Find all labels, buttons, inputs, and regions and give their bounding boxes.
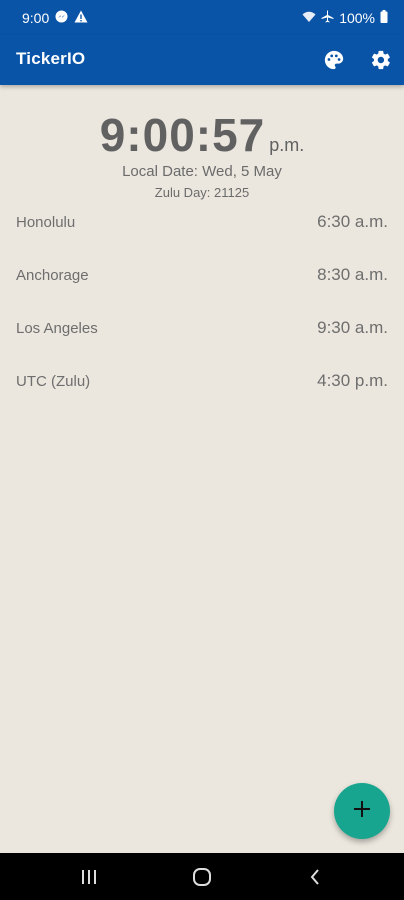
battery-percent: 100% <box>339 10 375 26</box>
main-clock: 9:00:57 p.m. <box>0 108 404 162</box>
zulu-day: Zulu Day: 21125 <box>154 185 250 200</box>
list-item[interactable]: Los Angeles 9:30 a.m. <box>0 308 404 348</box>
app-title: TickerIO <box>16 49 86 68</box>
local-date: Local Date: Wed, 5 May <box>122 163 282 180</box>
list-item[interactable]: Honolulu 6:30 a.m. <box>0 202 404 242</box>
clock-ampm: p.m. <box>269 135 305 155</box>
list-item[interactable]: Anchorage 8:30 a.m. <box>0 255 404 295</box>
list-item[interactable]: UTC (Zulu) 4:30 p.m. <box>0 361 404 401</box>
city-time: 6:30 a.m. <box>317 212 388 231</box>
status-time: 9:00 <box>22 10 50 26</box>
add-icon <box>354 800 370 822</box>
city-time: 8:30 a.m. <box>317 265 388 284</box>
settings-icon[interactable] <box>367 46 395 74</box>
airplane-icon <box>321 10 334 26</box>
home-icon[interactable] <box>190 865 214 889</box>
city-name: Anchorage <box>16 267 89 284</box>
app-bar: TickerIO <box>0 35 404 85</box>
battery-icon <box>380 10 388 26</box>
city-time: 9:30 a.m. <box>317 318 388 337</box>
city-name: Los Angeles <box>16 320 98 337</box>
add-button[interactable] <box>334 783 390 839</box>
city-name: Honolulu <box>16 214 76 231</box>
warning-icon <box>74 10 88 26</box>
city-name: UTC (Zulu) <box>16 373 91 390</box>
clock-time: 9:00:57 <box>99 109 266 161</box>
nav-bar <box>0 853 404 900</box>
back-icon[interactable] <box>303 865 327 889</box>
messenger-icon <box>55 10 68 26</box>
city-time: 4:30 p.m. <box>317 371 388 390</box>
palette-icon[interactable] <box>320 46 348 74</box>
recents-icon[interactable] <box>77 865 101 889</box>
status-bar: 9:00 100% <box>0 0 404 35</box>
wifi-icon <box>302 10 316 26</box>
